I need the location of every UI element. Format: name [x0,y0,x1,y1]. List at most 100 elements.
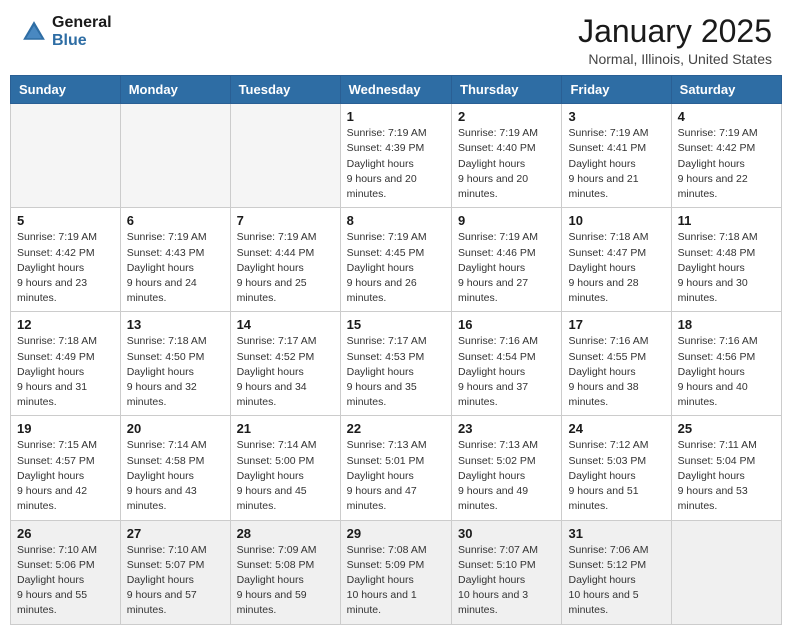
day-number: 5 [17,213,114,228]
day-info: Sunrise: 7:15 AMSunset: 4:57 PMDaylight … [17,438,114,514]
calendar-day-cell: 30 Sunrise: 7:07 AMSunset: 5:10 PMDayligh… [452,520,562,624]
day-info: Sunrise: 7:19 AMSunset: 4:43 PMDaylight … [127,230,224,306]
calendar-day-cell: 20 Sunrise: 7:14 AMSunset: 4:58 PMDayligh… [120,416,230,520]
day-info: Sunrise: 7:19 AMSunset: 4:44 PMDaylight … [237,230,334,306]
day-number: 9 [458,213,555,228]
location: Normal, Illinois, United States [578,51,772,67]
day-info: Sunrise: 7:19 AMSunset: 4:46 PMDaylight … [458,230,555,306]
day-info: Sunrise: 7:06 AMSunset: 5:12 PMDaylight … [568,543,664,619]
day-number: 15 [347,317,445,332]
calendar-week-row: 1 Sunrise: 7:19 AMSunset: 4:39 PMDaylight… [11,104,782,208]
calendar-week-row: 19 Sunrise: 7:15 AMSunset: 4:57 PMDayligh… [11,416,782,520]
day-number: 27 [127,526,224,541]
logo-general: General [52,14,112,32]
day-info: Sunrise: 7:14 AMSunset: 5:00 PMDaylight … [237,438,334,514]
calendar-day-cell [671,520,781,624]
day-info: Sunrise: 7:19 AMSunset: 4:42 PMDaylight … [17,230,114,306]
day-number: 13 [127,317,224,332]
calendar-week-row: 26Sunrise: 7:10 AMSunset: 5:06 PMDayligh… [11,520,782,624]
calendar-day-cell: 27 Sunrise: 7:10 AMSunset: 5:07 PMDayligh… [120,520,230,624]
day-number: 28 [237,526,334,541]
day-info: Sunrise: 7:13 AMSunset: 5:02 PMDaylight … [458,438,555,514]
calendar-day-cell: 9 Sunrise: 7:19 AMSunset: 4:46 PMDaylight… [452,208,562,312]
day-number: 2 [458,109,555,124]
logo-blue: Blue [52,32,112,50]
calendar-wrapper: SundayMondayTuesdayWednesdayThursdayFrid… [0,75,792,634]
calendar-day-cell: 24 Sunrise: 7:12 AMSunset: 5:03 PMDayligh… [562,416,671,520]
calendar-day-cell: 17 Sunrise: 7:16 AMSunset: 4:55 PMDayligh… [562,312,671,416]
calendar-day-cell: 1 Sunrise: 7:19 AMSunset: 4:39 PMDaylight… [340,104,451,208]
day-number: 16 [458,317,555,332]
page: General Blue January 2025 Normal, Illino… [0,0,792,635]
day-number: 19 [17,421,114,436]
month-title: January 2025 [578,14,772,49]
day-number: 24 [568,421,664,436]
calendar-day-cell: 6 Sunrise: 7:19 AMSunset: 4:43 PMDaylight… [120,208,230,312]
calendar-day-cell: 22Sunrise: 7:13 AMSunset: 5:01 PMDayligh… [340,416,451,520]
calendar-day-cell [230,104,340,208]
day-number: 11 [678,213,775,228]
calendar-day-cell: 18 Sunrise: 7:16 AMSunset: 4:56 PMDayligh… [671,312,781,416]
day-info: Sunrise: 7:12 AMSunset: 5:03 PMDaylight … [568,438,664,514]
calendar-day-cell: 19 Sunrise: 7:15 AMSunset: 4:57 PMDayligh… [11,416,121,520]
day-number: 4 [678,109,775,124]
day-number: 17 [568,317,664,332]
day-number: 20 [127,421,224,436]
calendar-day-cell: 31Sunrise: 7:06 AMSunset: 5:12 PMDayligh… [562,520,671,624]
day-number: 10 [568,213,664,228]
calendar-week-row: 5 Sunrise: 7:19 AMSunset: 4:42 PMDaylight… [11,208,782,312]
calendar-day-cell: 13Sunrise: 7:18 AMSunset: 4:50 PMDayligh… [120,312,230,416]
calendar-day-cell: 26Sunrise: 7:10 AMSunset: 5:06 PMDayligh… [11,520,121,624]
header: General Blue January 2025 Normal, Illino… [0,0,792,75]
day-number: 23 [458,421,555,436]
day-number: 14 [237,317,334,332]
calendar-header-row: SundayMondayTuesdayWednesdayThursdayFrid… [11,76,782,104]
day-info: Sunrise: 7:16 AMSunset: 4:56 PMDaylight … [678,334,775,410]
logo: General Blue [20,14,112,49]
day-number: 7 [237,213,334,228]
calendar-day-cell: 14 Sunrise: 7:17 AMSunset: 4:52 PMDayligh… [230,312,340,416]
day-info: Sunrise: 7:18 AMSunset: 4:49 PMDaylight … [17,334,114,410]
day-number: 1 [347,109,445,124]
day-info: Sunrise: 7:17 AMSunset: 4:52 PMDaylight … [237,334,334,410]
day-info: Sunrise: 7:19 AMSunset: 4:41 PMDaylight … [568,126,664,202]
day-info: Sunrise: 7:10 AMSunset: 5:07 PMDaylight … [127,543,224,619]
day-info: Sunrise: 7:16 AMSunset: 4:55 PMDaylight … [568,334,664,410]
day-info: Sunrise: 7:19 AMSunset: 4:40 PMDaylight … [458,126,555,202]
day-number: 21 [237,421,334,436]
day-header-thursday: Thursday [452,76,562,104]
day-info: Sunrise: 7:19 AMSunset: 4:42 PMDaylight … [678,126,775,202]
day-info: Sunrise: 7:10 AMSunset: 5:06 PMDaylight … [17,543,114,619]
logo-text: General Blue [52,14,112,49]
day-header-sunday: Sunday [11,76,121,104]
day-info: Sunrise: 7:17 AMSunset: 4:53 PMDaylight … [347,334,445,410]
day-number: 18 [678,317,775,332]
day-header-monday: Monday [120,76,230,104]
calendar-day-cell: 4 Sunrise: 7:19 AMSunset: 4:42 PMDaylight… [671,104,781,208]
calendar-week-row: 12 Sunrise: 7:18 AMSunset: 4:49 PMDayligh… [11,312,782,416]
day-header-friday: Friday [562,76,671,104]
calendar-day-cell [11,104,121,208]
day-info: Sunrise: 7:19 AMSunset: 4:39 PMDaylight … [347,126,445,202]
day-number: 22 [347,421,445,436]
day-number: 3 [568,109,664,124]
day-info: Sunrise: 7:09 AMSunset: 5:08 PMDaylight … [237,543,334,619]
logo-icon [20,18,48,46]
calendar-day-cell: 12 Sunrise: 7:18 AMSunset: 4:49 PMDayligh… [11,312,121,416]
day-number: 12 [17,317,114,332]
calendar-day-cell: 29Sunrise: 7:08 AMSunset: 5:09 PMDayligh… [340,520,451,624]
header-right: January 2025 Normal, Illinois, United St… [578,14,772,67]
calendar-day-cell: 10Sunrise: 7:18 AMSunset: 4:47 PMDayligh… [562,208,671,312]
day-info: Sunrise: 7:19 AMSunset: 4:45 PMDaylight … [347,230,445,306]
day-info: Sunrise: 7:07 AMSunset: 5:10 PMDaylight … [458,543,555,619]
calendar-day-cell: 28 Sunrise: 7:09 AMSunset: 5:08 PMDayligh… [230,520,340,624]
calendar-day-cell: 16Sunrise: 7:16 AMSunset: 4:54 PMDayligh… [452,312,562,416]
day-number: 8 [347,213,445,228]
day-info: Sunrise: 7:14 AMSunset: 4:58 PMDaylight … [127,438,224,514]
day-number: 6 [127,213,224,228]
day-number: 30 [458,526,555,541]
calendar-day-cell: 21 Sunrise: 7:14 AMSunset: 5:00 PMDayligh… [230,416,340,520]
day-info: Sunrise: 7:18 AMSunset: 4:48 PMDaylight … [678,230,775,306]
calendar-day-cell: 5 Sunrise: 7:19 AMSunset: 4:42 PMDaylight… [11,208,121,312]
calendar-day-cell: 2 Sunrise: 7:19 AMSunset: 4:40 PMDaylight… [452,104,562,208]
